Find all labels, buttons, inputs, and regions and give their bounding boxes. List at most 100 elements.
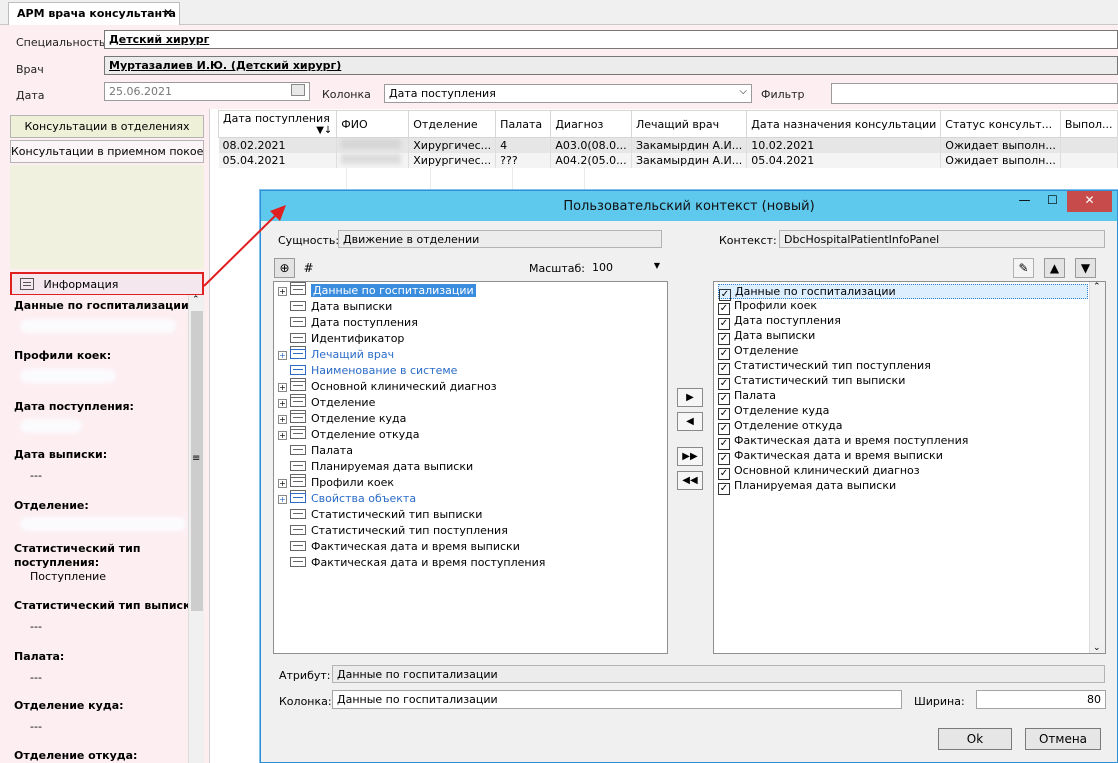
doctor-field[interactable]: Муртазалиев И.Ю. (Детский хирург) (104, 56, 1118, 75)
context-list-scrollbar[interactable]: ⌃ ⌄ (1089, 282, 1105, 653)
dept-consults-button[interactable]: Консультации в отделениях (10, 115, 204, 138)
column-header[interactable]: Дата назначения консультации (746, 110, 942, 138)
tree-node[interactable]: Наименование в системе (278, 364, 457, 380)
column-header[interactable]: Выпол... (1059, 110, 1118, 138)
context-list-item[interactable]: ✓ Отделение откуда (718, 419, 1088, 435)
tree-node[interactable]: Статистический тип поступления (278, 524, 508, 540)
close-button[interactable]: ✕ (1067, 191, 1112, 212)
context-attribute-list[interactable]: ⌃ ⌄ ✓ Данные по госпитализации ✓ Профили ко… (713, 281, 1106, 654)
maximize-button[interactable]: ☐ (1039, 191, 1066, 212)
context-item-label: Статистический тип выписки (734, 374, 906, 387)
scale-value: 100 (592, 261, 613, 274)
grid-icon[interactable]: # (298, 258, 319, 278)
tree-node[interactable]: + Основной клинический диагноз (278, 380, 497, 396)
context-list-item[interactable]: ✓ Фактическая дата и время выписки (718, 449, 1088, 465)
column-header[interactable]: Палата (495, 110, 552, 138)
tree-node[interactable]: Дата поступления (278, 316, 418, 332)
expand-icon[interactable]: + (278, 495, 287, 504)
tree-node[interactable]: + Отделение (278, 396, 375, 412)
tree-node[interactable]: + Данные по госпитализации (278, 284, 476, 300)
dialog-titlebar[interactable]: Пользовательский контекст (новый) — ☐ ✕ (261, 191, 1117, 221)
tab-arm-consultant[interactable]: АРМ врача консультанта ✕ (8, 2, 180, 25)
scroll-up-icon[interactable]: ⌃ (1093, 282, 1101, 292)
column-header[interactable]: ФИО (336, 110, 410, 138)
checkbox-checked-icon[interactable]: ✓ (718, 483, 730, 495)
expand-icon[interactable]: + (278, 479, 287, 488)
info-panel-icon (20, 278, 34, 290)
entity-label: Сущность: (278, 234, 340, 247)
expand-icon[interactable]: + (278, 287, 287, 296)
tree-node[interactable]: Статистический тип выписки (278, 508, 482, 524)
context-list-item[interactable]: ✓ Дата поступления (718, 314, 1088, 330)
tree-node[interactable]: Фактическая дата и время поступления (278, 556, 545, 572)
cancel-button[interactable]: Отмена (1025, 728, 1101, 750)
info-panel-header[interactable]: Информация (10, 272, 204, 296)
scroll-up-icon[interactable]: ⌃ (192, 295, 200, 305)
tree-node[interactable]: + Отделение куда (278, 412, 406, 428)
context-list-item[interactable]: ✓ Основной клинический диагноз (718, 464, 1088, 480)
ok-button[interactable]: Ok (938, 728, 1012, 750)
expand-icon[interactable]: + (278, 351, 287, 360)
tree-node[interactable]: + Лечащий врач (278, 348, 394, 364)
date-field[interactable]: 25.06.2021 (104, 82, 310, 101)
tree-node[interactable]: + Свойства объекта (278, 492, 416, 508)
move-all-left-button[interactable]: ◀◀ (677, 471, 703, 490)
context-list-item[interactable]: ✓ Профили коек (718, 299, 1088, 315)
attribute-tree[interactable]: + Данные по госпитализации Дата выписки Дат… (273, 281, 668, 654)
context-list-item[interactable]: ✓ Планируемая дата выписки (718, 479, 1088, 495)
filter-input[interactable] (831, 83, 1118, 104)
zoom-search-icon[interactable]: ⊕ (274, 258, 295, 278)
width-input[interactable]: 80 (976, 690, 1106, 709)
collection-field-icon (290, 397, 306, 407)
context-list-item[interactable]: ✓ Палата (718, 389, 1088, 405)
scale-select[interactable]: 100 ▼ (587, 258, 663, 277)
expand-icon[interactable]: + (278, 399, 287, 408)
table-row[interactable]: 05.04.2021 Хирургичес... ??? A04.2(05.0.… (218, 152, 1118, 168)
filter-sort-icon[interactable]: ▼↓ (316, 125, 332, 136)
move-up-button[interactable]: ▲ (1044, 258, 1065, 278)
expand-icon[interactable]: + (278, 415, 287, 424)
minimize-button[interactable]: — (1011, 191, 1038, 212)
tree-node[interactable]: Дата выписки (278, 300, 392, 316)
column-header[interactable]: Лечащий врач (630, 110, 748, 138)
column-header[interactable]: Статус консульт... (940, 110, 1061, 138)
tab-close-icon[interactable]: ✕ (163, 6, 173, 20)
info-value-redacted (20, 369, 116, 383)
table-row[interactable]: 08.02.2021 Хирургичес... 4 A03.0(08.0...… (218, 137, 1118, 153)
info-panel-scrollbar[interactable]: ⌃ ≡ (188, 295, 204, 763)
tree-node[interactable]: Идентификатор (278, 332, 404, 348)
column-header[interactable]: Отделение (408, 110, 497, 138)
context-list-item[interactable]: ✓ Статистический тип поступления (718, 359, 1088, 375)
tree-node[interactable]: + Отделение откуда (278, 428, 419, 444)
expand-icon[interactable]: + (278, 431, 287, 440)
tree-node[interactable]: Фактическая дата и время выписки (278, 540, 520, 556)
move-all-right-button[interactable]: ▶▶ (677, 447, 703, 466)
edit-pencil-icon[interactable]: ✎ (1013, 258, 1034, 278)
expand-icon[interactable]: + (278, 383, 287, 392)
info-label-hospitalization: Данные по госпитализации: (14, 299, 194, 312)
move-left-button[interactable]: ◀ (677, 412, 703, 431)
move-down-button[interactable]: ▼ (1075, 258, 1096, 278)
context-list-item[interactable]: ✓ Данные по госпитализации (718, 284, 1088, 301)
field-icon (290, 317, 306, 327)
move-right-button[interactable]: ▶ (677, 388, 703, 407)
calendar-icon[interactable] (291, 84, 305, 96)
tree-node-label: Палата (311, 444, 353, 457)
tree-node[interactable]: Палата (278, 444, 353, 460)
er-consults-button[interactable]: Консультации в приемном покое (10, 140, 204, 163)
scroll-down-icon[interactable]: ⌄ (1093, 643, 1101, 653)
column-select[interactable]: Дата поступления ⌵ (384, 84, 752, 103)
context-list-item[interactable]: ✓ Отделение куда (718, 404, 1088, 420)
context-list-item[interactable]: ✓ Фактическая дата и время поступления (718, 434, 1088, 450)
context-list-item[interactable]: ✓ Дата выписки (718, 329, 1088, 345)
consultations-table: Дата поступления ▼↓ ФИО Отделение Палата … (217, 110, 1118, 168)
tree-node[interactable]: Планируемая дата выписки (278, 460, 473, 476)
tree-node[interactable]: + Профили коек (278, 476, 394, 492)
specialty-field[interactable]: Детский хирург (104, 30, 1118, 49)
context-list-item[interactable]: ✓ Отделение (718, 344, 1088, 360)
column-name-input[interactable]: Данные по госпитализации (332, 690, 902, 709)
column-header[interactable]: Диагноз (550, 110, 632, 138)
column-header[interactable]: Дата поступления ▼↓ (217, 110, 338, 138)
entity-field: Движение в отделении (338, 230, 662, 248)
context-list-item[interactable]: ✓ Статистический тип выписки (718, 374, 1088, 390)
